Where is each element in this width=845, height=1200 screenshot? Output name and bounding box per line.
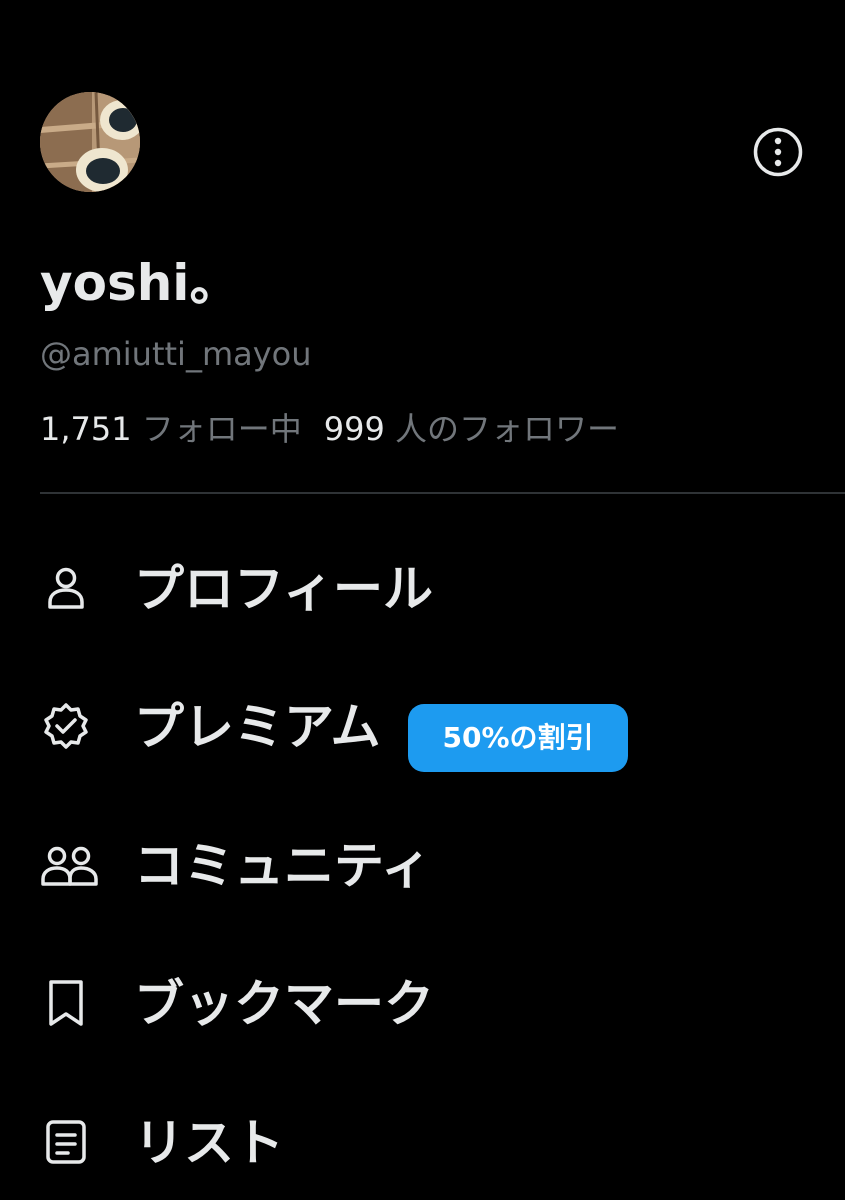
divider (40, 492, 845, 494)
more-options-button[interactable] (752, 126, 804, 178)
follow-stats: 1,751 フォロー中 999 人のフォロワー (40, 406, 619, 452)
menu-item-profile[interactable]: プロフィール (0, 533, 845, 643)
following-link[interactable]: 1,751 フォロー中 (40, 410, 302, 448)
menu-item-label: プレミアム (134, 698, 381, 756)
bookmark-icon (40, 977, 92, 1029)
followers-label: 人のフォロワー (395, 410, 620, 448)
menu-item-lists[interactable]: リスト (0, 1087, 845, 1197)
menu-item-label: リスト (134, 1114, 284, 1172)
following-count: 1,751 (40, 410, 132, 448)
display-name: yoshi。 (40, 254, 240, 312)
menu-item-communities[interactable]: コミュニティ (0, 810, 845, 920)
verified-badge-icon (40, 700, 92, 752)
people-icon (40, 839, 98, 891)
username-handle: @amiutti_mayou (40, 335, 312, 373)
menu-item-bookmarks[interactable]: ブックマーク (0, 948, 845, 1058)
list-icon (40, 1116, 92, 1168)
menu-item-label: プロフィール (134, 560, 433, 618)
discount-badge: 50%の割引 (408, 704, 628, 772)
avatar[interactable] (40, 92, 140, 192)
followers-link[interactable]: 999 人のフォロワー (324, 410, 619, 448)
profile-header (0, 0, 845, 200)
menu-item-label: コミュニティ (134, 837, 431, 895)
person-icon (40, 562, 92, 614)
more-vertical-circle-icon (753, 127, 803, 177)
menu-item-label: ブックマーク (134, 975, 434, 1033)
followers-count: 999 (323, 410, 385, 448)
menu-item-premium[interactable]: プレミアム 50%の割引 (0, 671, 845, 781)
following-label: フォロー中 (141, 410, 302, 448)
